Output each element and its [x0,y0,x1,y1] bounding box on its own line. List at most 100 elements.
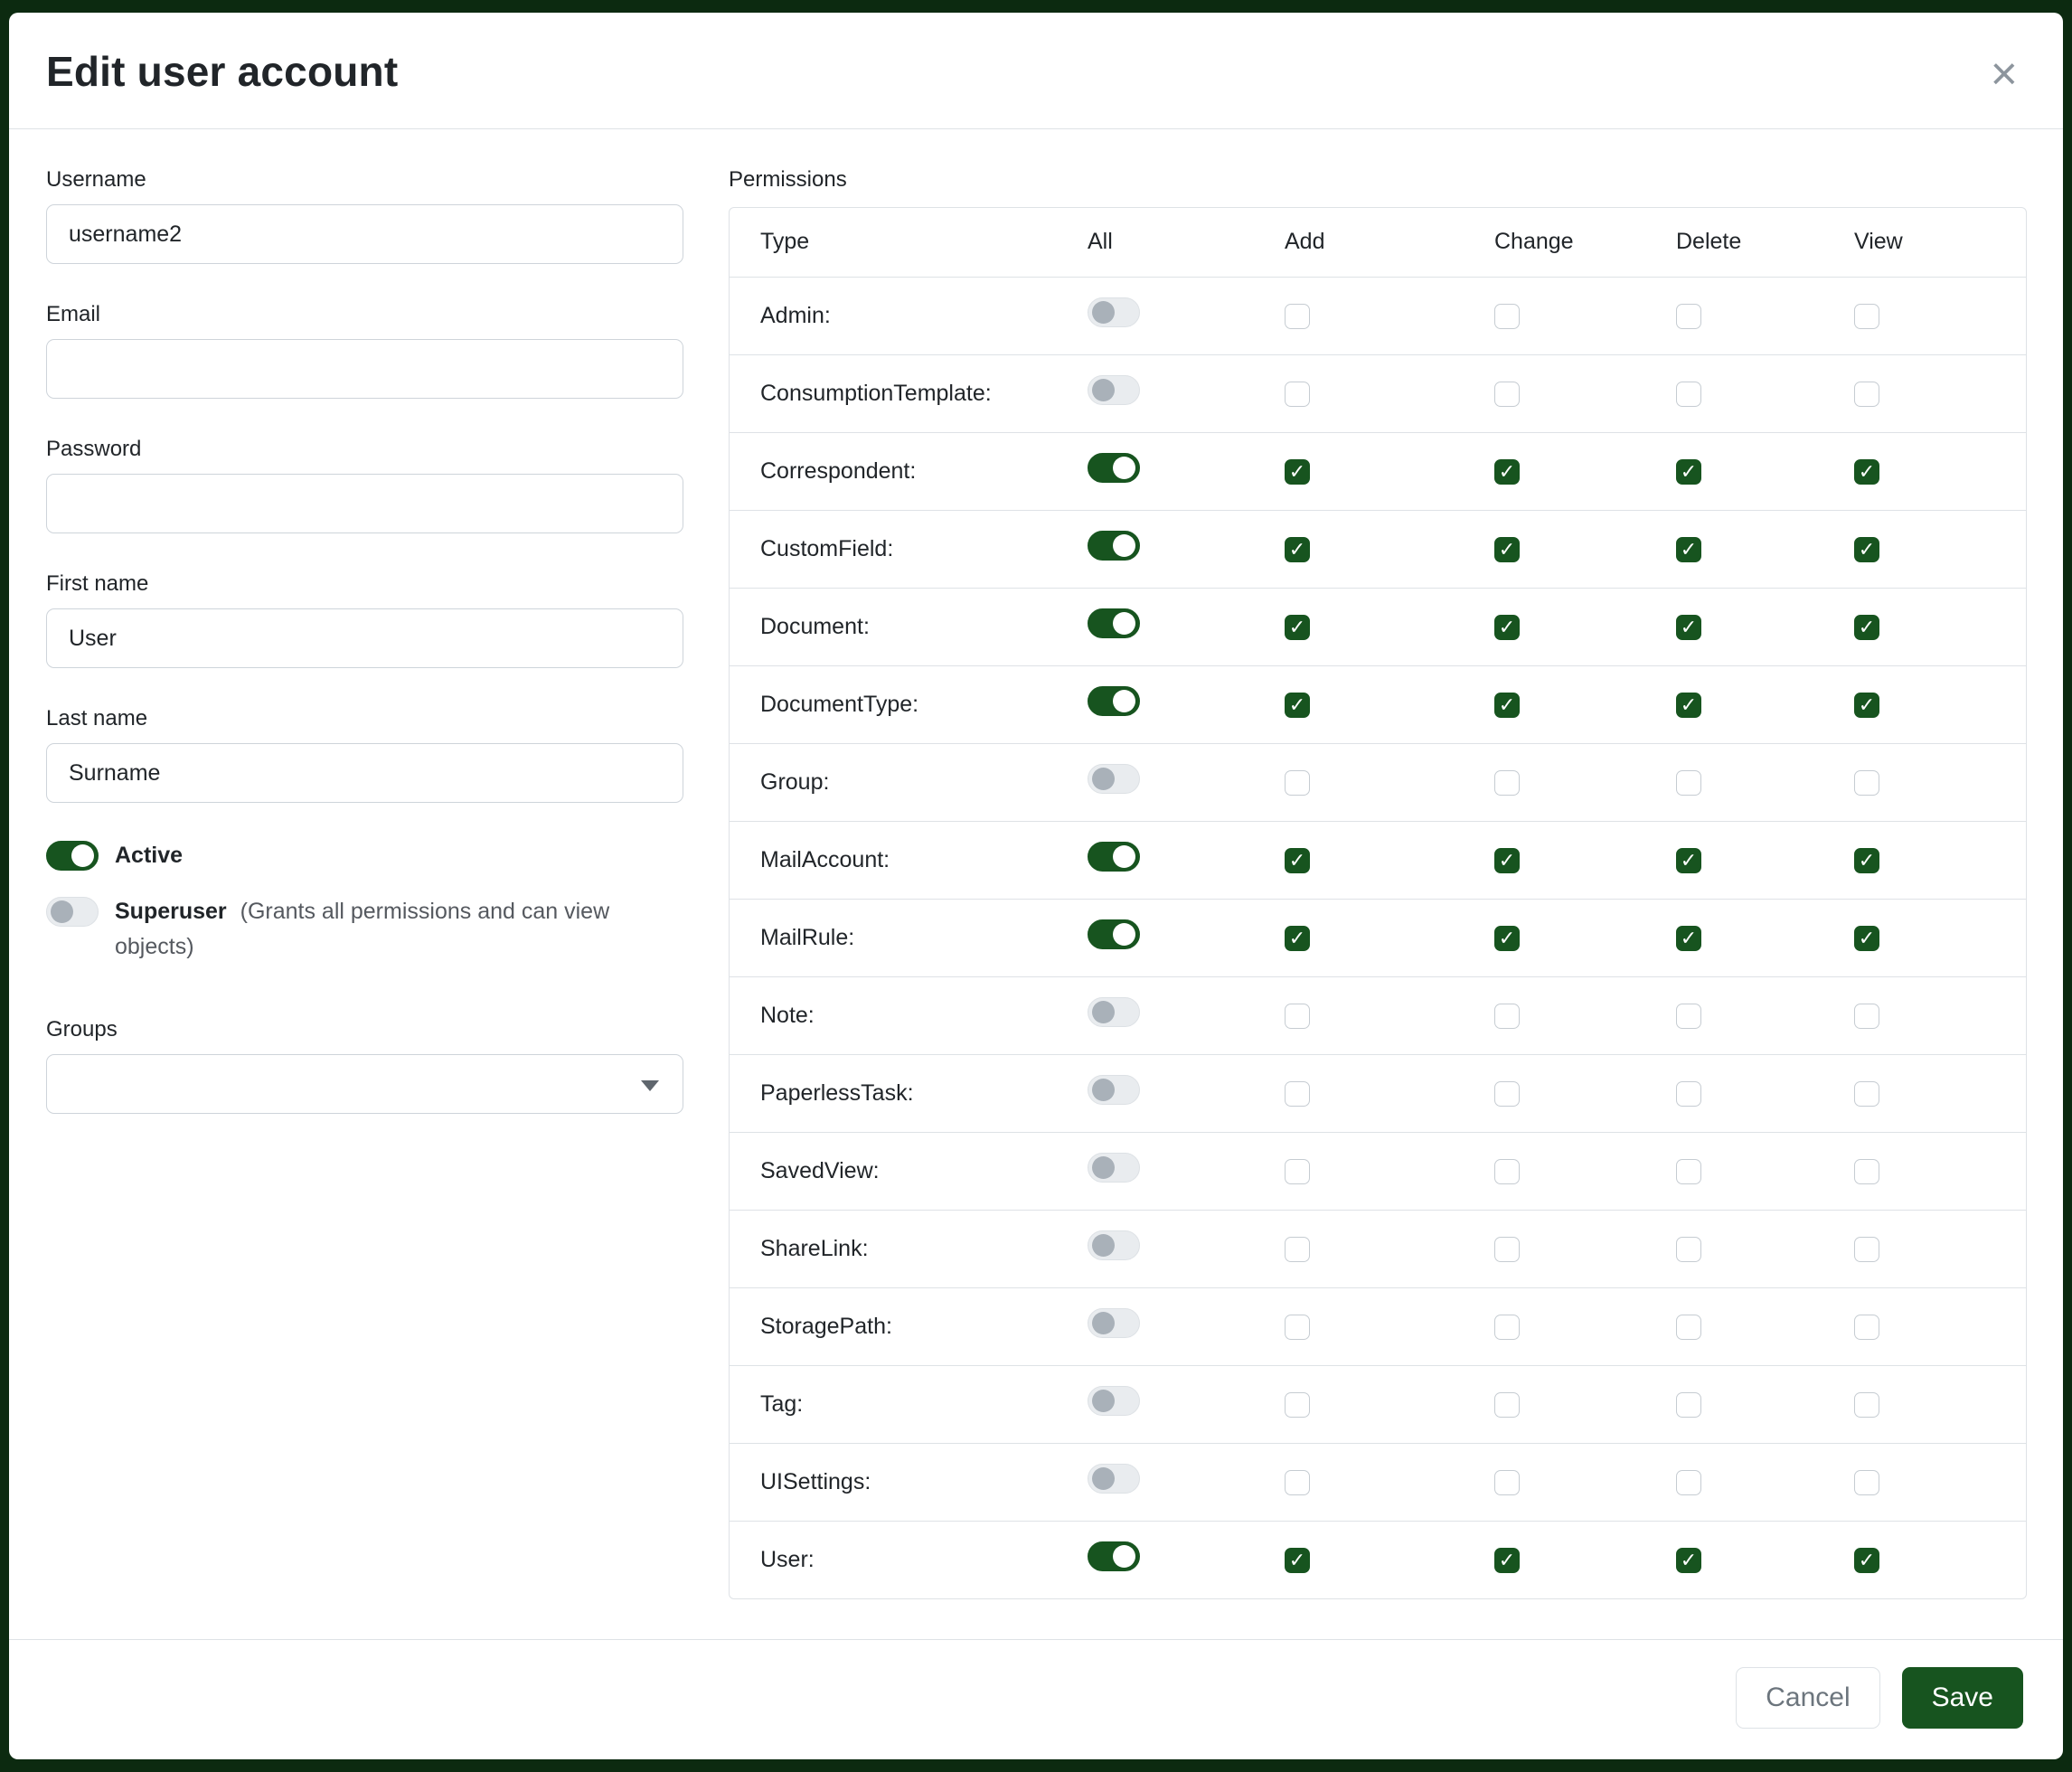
permission-view-checkbox[interactable] [1854,615,1879,640]
permission-view-checkbox[interactable] [1854,1392,1879,1418]
permission-all-toggle[interactable] [1088,1541,1140,1571]
permission-add-checkbox[interactable] [1285,1548,1310,1573]
permission-add-checkbox[interactable] [1285,1081,1310,1107]
email-field[interactable] [46,339,683,399]
permission-all-toggle[interactable] [1088,997,1140,1027]
permission-add-checkbox[interactable] [1285,1004,1310,1029]
permission-all-toggle[interactable] [1088,608,1140,638]
permission-change-checkbox[interactable] [1494,770,1520,796]
permission-all-toggle[interactable] [1088,375,1140,405]
permission-delete-checkbox[interactable] [1676,459,1701,485]
cancel-button[interactable]: Cancel [1736,1667,1879,1729]
permission-all-toggle[interactable] [1088,453,1140,483]
permission-change-checkbox[interactable] [1494,459,1520,485]
permission-add-checkbox[interactable] [1285,926,1310,951]
permission-change-checkbox[interactable] [1494,1315,1520,1340]
permission-view-checkbox[interactable] [1854,848,1879,873]
permission-all-toggle[interactable] [1088,1153,1140,1183]
permission-delete-checkbox[interactable] [1676,693,1701,718]
groups-select[interactable] [46,1054,683,1114]
permission-change-checkbox[interactable] [1494,1237,1520,1262]
permission-delete-checkbox[interactable] [1676,770,1701,796]
superuser-toggle[interactable] [46,897,99,927]
permission-add-checkbox[interactable] [1285,1470,1310,1495]
permission-add-checkbox[interactable] [1285,537,1310,562]
permission-change-checkbox[interactable] [1494,926,1520,951]
permission-add-checkbox[interactable] [1285,382,1310,407]
permission-all-toggle[interactable] [1088,1308,1140,1338]
permission-add-checkbox[interactable] [1285,770,1310,796]
permission-delete-checkbox[interactable] [1676,304,1701,329]
permission-add-checkbox[interactable] [1285,1159,1310,1184]
permission-all-toggle[interactable] [1088,531,1140,561]
permission-delete-checkbox[interactable] [1676,537,1701,562]
superuser-row: Superuser (Grants all permissions and ca… [46,894,683,965]
permission-all-toggle[interactable] [1088,1386,1140,1416]
permission-all-toggle[interactable] [1088,764,1140,794]
permission-change-checkbox[interactable] [1494,1081,1520,1107]
first-name-field[interactable] [46,608,683,668]
permission-add-checkbox[interactable] [1285,848,1310,873]
permission-all-toggle[interactable] [1088,1075,1140,1105]
permission-change-checkbox[interactable] [1494,1159,1520,1184]
permission-view-checkbox[interactable] [1854,693,1879,718]
permission-view-checkbox[interactable] [1854,1315,1879,1340]
username-input[interactable] [46,204,683,264]
permission-change-checkbox[interactable] [1494,1548,1520,1573]
modal-header: Edit user account × [9,13,2063,129]
permission-view-checkbox[interactable] [1854,304,1879,329]
permission-delete-checkbox[interactable] [1676,382,1701,407]
permission-view-checkbox[interactable] [1854,1548,1879,1573]
permission-all-toggle[interactable] [1088,1230,1140,1260]
permission-delete-checkbox[interactable] [1676,1392,1701,1418]
permission-delete-checkbox[interactable] [1676,1470,1701,1495]
permission-delete-checkbox[interactable] [1676,1237,1701,1262]
permission-view-checkbox[interactable] [1854,459,1879,485]
permission-view-checkbox[interactable] [1854,770,1879,796]
permission-delete-checkbox[interactable] [1676,848,1701,873]
save-button[interactable]: Save [1902,1667,2023,1729]
permission-delete-checkbox[interactable] [1676,1315,1701,1340]
permission-change-checkbox[interactable] [1494,537,1520,562]
permission-view-checkbox[interactable] [1854,926,1879,951]
last-name-label: Last name [46,706,683,731]
permission-delete-checkbox[interactable] [1676,615,1701,640]
permission-change-checkbox[interactable] [1494,304,1520,329]
permission-view-checkbox[interactable] [1854,382,1879,407]
permission-add-checkbox[interactable] [1285,1237,1310,1262]
permission-view-checkbox[interactable] [1854,1470,1879,1495]
last-name-field[interactable] [46,743,683,803]
permission-delete-checkbox[interactable] [1676,926,1701,951]
permission-view-checkbox[interactable] [1854,537,1879,562]
permission-change-checkbox[interactable] [1494,1004,1520,1029]
permission-all-toggle[interactable] [1088,297,1140,327]
password-field[interactable] [46,474,683,533]
permission-add-checkbox[interactable] [1285,693,1310,718]
active-toggle[interactable] [46,841,99,871]
permission-change-checkbox[interactable] [1494,382,1520,407]
permission-all-toggle[interactable] [1088,686,1140,716]
permission-change-checkbox[interactable] [1494,693,1520,718]
permission-change-checkbox[interactable] [1494,1392,1520,1418]
permission-view-checkbox[interactable] [1854,1081,1879,1107]
close-icon[interactable]: × [1985,47,2023,101]
permission-add-checkbox[interactable] [1285,1392,1310,1418]
permission-view-checkbox[interactable] [1854,1004,1879,1029]
permission-delete-checkbox[interactable] [1676,1159,1701,1184]
permission-change-checkbox[interactable] [1494,615,1520,640]
permission-add-checkbox[interactable] [1285,1315,1310,1340]
permission-add-checkbox[interactable] [1285,615,1310,640]
permission-delete-checkbox[interactable] [1676,1548,1701,1573]
username-label: Username [46,167,683,193]
permission-all-toggle[interactable] [1088,842,1140,872]
permission-add-checkbox[interactable] [1285,304,1310,329]
permission-delete-checkbox[interactable] [1676,1081,1701,1107]
permission-view-checkbox[interactable] [1854,1237,1879,1262]
permission-view-checkbox[interactable] [1854,1159,1879,1184]
permission-change-checkbox[interactable] [1494,1470,1520,1495]
permission-all-toggle[interactable] [1088,1464,1140,1494]
permission-add-checkbox[interactable] [1285,459,1310,485]
permission-change-checkbox[interactable] [1494,848,1520,873]
permission-all-toggle[interactable] [1088,919,1140,949]
permission-delete-checkbox[interactable] [1676,1004,1701,1029]
